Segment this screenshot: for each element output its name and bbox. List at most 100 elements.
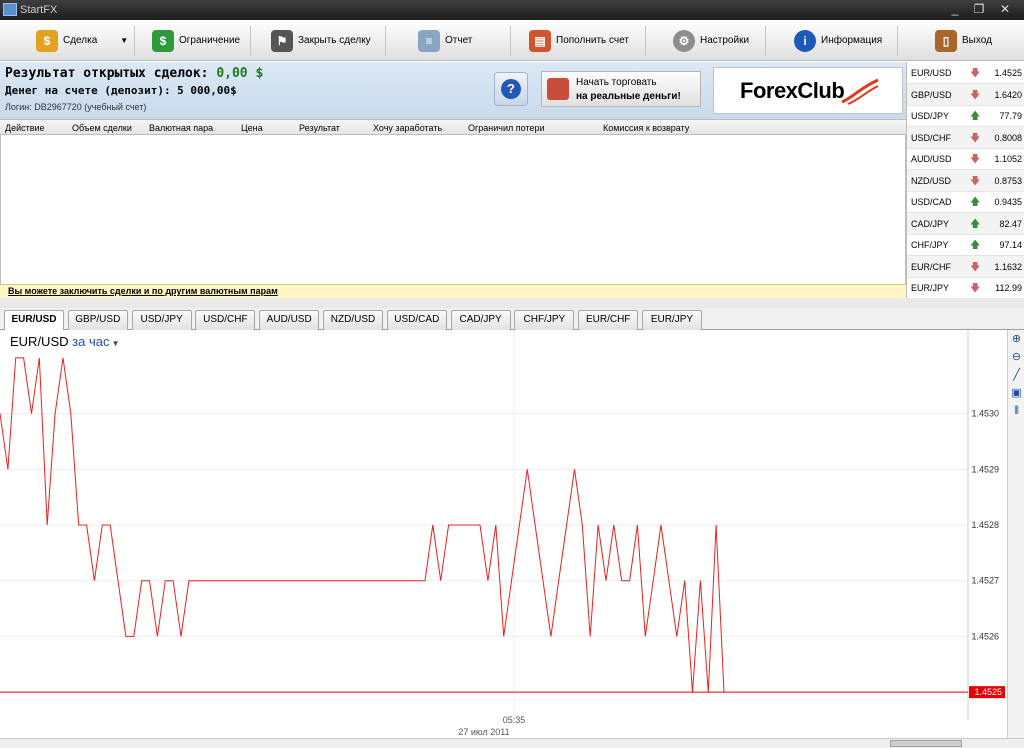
scrollbar-thumb[interactable] <box>890 740 962 747</box>
quote-row[interactable]: EUR/USD 🡇 1.4525 <box>907 62 1024 84</box>
chevron-down-icon[interactable]: ▼ <box>109 339 120 348</box>
notice-bar: Вы можете заключить сделки и по другим в… <box>0 284 906 298</box>
quote-value: 1.1052 <box>994 154 1022 164</box>
chart-settings-icon[interactable]: ▣ <box>1009 386 1024 401</box>
tab-eur-usd[interactable]: EUR/USD <box>4 310 64 331</box>
money-limit-icon: $ <box>152 29 174 52</box>
col-action[interactable]: Действие <box>5 123 45 133</box>
maximize-button[interactable]: ❐ <box>967 1 991 18</box>
quote-value: 112.99 <box>995 283 1022 293</box>
col-price[interactable]: Цена <box>241 123 263 133</box>
col-take-profit[interactable]: Хочу заработать <box>373 123 442 133</box>
pair-tabs: EUR/USD GBP/USD USD/JPY USD/CHF AUD/USD NZD/U… <box>0 308 1024 331</box>
tab-usd-cad[interactable]: USD/CAD <box>386 310 447 330</box>
question-icon: ? <box>501 79 521 99</box>
quote-pair: GBP/USD <box>911 89 952 100</box>
tab-usd-chf[interactable]: USD/CHF <box>195 310 256 330</box>
col-pair[interactable]: Валютная пара <box>149 123 213 133</box>
quote-row[interactable]: NZD/USD 🡇 0.8753 <box>907 169 1024 192</box>
gear-icon: ⚙ <box>673 29 695 52</box>
tab-nzd-usd[interactable]: NZD/USD <box>323 310 383 330</box>
arrow-up-icon: 🡅 <box>970 240 981 251</box>
arrow-up-icon: 🡅 <box>970 111 981 122</box>
quote-row[interactable]: EUR/CHF 🡇 1.1632 <box>907 255 1024 278</box>
quote-row[interactable]: CAD/JPY 🡅 82.47 <box>907 212 1024 235</box>
y-tick-label: 1.4530 <box>971 409 999 419</box>
quote-row[interactable]: AUD/USD 🡇 1.1052 <box>907 148 1024 170</box>
deposit-button[interactable]: ▤ Пополнить счет <box>529 20 629 61</box>
quote-pair: EUR/USD <box>911 68 952 78</box>
minimize-button[interactable]: _ <box>943 1 967 18</box>
tab-chf-jpy[interactable]: CHF/JPY <box>514 310 575 330</box>
quote-row[interactable]: GBP/USD 🡇 1.6420 <box>907 83 1024 106</box>
tab-aud-usd[interactable]: AUD/USD <box>259 310 320 330</box>
arrow-down-icon: 🡇 <box>970 132 981 144</box>
info-button[interactable]: i Информация <box>794 20 882 61</box>
quotes-list: EUR/USD 🡇 1.4525 GBP/USD 🡇 1.6420 USD/JPY … <box>906 62 1024 299</box>
panel-splitter[interactable] <box>0 298 1024 308</box>
close-button[interactable]: ✕ <box>993 1 1017 18</box>
zoom-in-icon[interactable]: ⊕ <box>1009 332 1024 347</box>
limit-button[interactable]: $ Ограничение <box>152 20 240 61</box>
quote-row[interactable]: USD/JPY 🡅 77.79 <box>907 105 1024 127</box>
tab-usd-jpy[interactable]: USD/JPY <box>131 310 192 330</box>
close-deal-button[interactable]: ⚑ Закрыть сделку <box>271 20 371 61</box>
quote-value: 77.79 <box>999 111 1022 121</box>
limit-label: Ограничение <box>179 35 241 46</box>
quote-row[interactable]: CHF/JPY 🡅 97.14 <box>907 234 1024 256</box>
arrow-down-icon: 🡇 <box>970 68 981 79</box>
real-money-line1: Начать торговать <box>576 77 657 88</box>
quote-row[interactable]: EUR/JPY 🡇 112.99 <box>907 277 1024 299</box>
tab-cad-jpy[interactable]: CAD/JPY <box>450 310 511 330</box>
settings-button[interactable]: ⚙ Настройки <box>673 20 749 61</box>
arrow-up-icon: 🡅 <box>970 197 981 208</box>
arrow-down-icon: 🡇 <box>970 154 981 165</box>
close-deal-label: Закрыть сделку <box>298 35 371 46</box>
x-date-label: 27 июл 2011 <box>458 727 509 737</box>
checkered-flag-icon: ⚑ <box>271 29 293 52</box>
open-result: Результат открытых сделок: 0,00 $ <box>5 66 263 81</box>
quote-value: 0.8008 <box>994 132 1022 143</box>
tab-eur-jpy[interactable]: EUR/JPY <box>642 310 702 330</box>
quote-pair: EUR/JPY <box>911 283 950 293</box>
report-button[interactable]: ≡ Отчет <box>418 20 472 61</box>
chevron-down-icon[interactable]: ▼ <box>120 36 128 45</box>
quote-row[interactable]: USD/CHF 🡇 0.8008 <box>907 126 1024 149</box>
other-pairs-link[interactable]: Вы можете заключить сделки и по другим в… <box>8 286 278 296</box>
quote-pair: USD/JPY <box>911 111 950 121</box>
deals-table-body[interactable] <box>0 135 906 284</box>
tab-eur-chf[interactable]: EUR/CHF <box>578 310 639 330</box>
quote-value: 1.1632 <box>994 261 1022 272</box>
chart-area[interactable]: 1.4526 1.4527 1.4528 1.4529 1.4530 1.4525 05:3… <box>0 330 1024 738</box>
quote-pair: USD/CAD <box>911 197 952 207</box>
draw-line-icon[interactable]: ╱ <box>1009 368 1024 383</box>
horizontal-scrollbar[interactable] <box>0 738 1024 748</box>
quote-pair: USD/CHF <box>911 132 951 143</box>
deal-label: Сделка <box>63 35 98 46</box>
col-commission[interactable]: Комиссия к возврату <box>603 123 689 133</box>
indicator-icon[interactable]: ⫴ <box>1009 404 1024 419</box>
open-result-label: Результат открытых сделок: <box>5 66 209 81</box>
col-volume[interactable]: Объем сделки <box>72 123 132 133</box>
period-dropdown[interactable]: за час <box>72 334 109 349</box>
exit-button[interactable]: ▯ Выход <box>935 20 992 61</box>
app-icon <box>3 3 17 16</box>
col-result[interactable]: Результат <box>299 123 340 133</box>
quote-pair: CAD/JPY <box>911 218 950 229</box>
tab-gbp-usd[interactable]: GBP/USD <box>67 310 128 330</box>
real-money-line2: на реальные деньги! <box>576 91 681 102</box>
chart-pair: EUR/USD <box>10 334 69 349</box>
credit-cards-icon: ▤ <box>529 29 551 52</box>
quote-pair: NZD/USD <box>911 175 951 186</box>
window-title: StartFX <box>20 4 58 16</box>
forexclub-logo: ForexClub <box>713 67 903 114</box>
col-stop-loss[interactable]: Ограничил потери <box>468 123 545 133</box>
real-money-button[interactable]: Начать торговать на реальные деньги! <box>541 71 701 107</box>
price-chart[interactable]: 1.4526 1.4527 1.4528 1.4529 1.4530 1.4525 05:3… <box>0 330 1007 738</box>
deal-button[interactable]: $ Сделка ▼ <box>36 20 128 61</box>
zoom-out-icon[interactable]: ⊖ <box>1009 350 1024 365</box>
help-button[interactable]: ? <box>494 72 528 106</box>
login-text: Логин: DB2967720 (учебный счет) <box>5 102 147 112</box>
quote-value: 82.47 <box>999 218 1022 229</box>
quote-row[interactable]: USD/CAD 🡅 0.9435 <box>907 191 1024 213</box>
